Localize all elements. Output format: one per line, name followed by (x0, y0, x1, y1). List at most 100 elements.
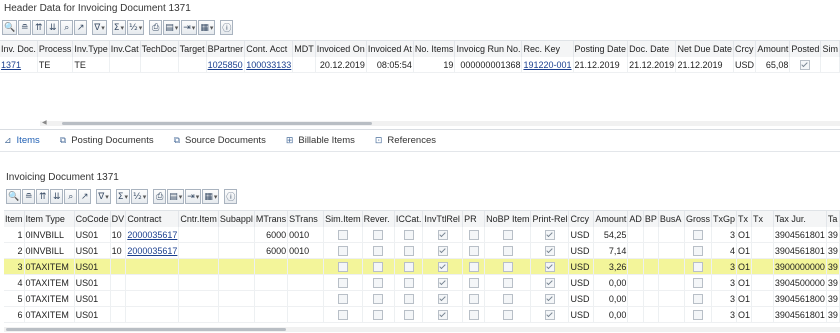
column-header[interactable]: TechDoc (140, 41, 179, 57)
items-hscroll-thumb[interactable] (6, 328, 286, 331)
table-row[interactable]: 5 0TAXITEM US01 USD 0,00 3 O1 3904561800 39 (4, 290, 840, 307)
header-cell[interactable]: 191220-001 (521, 57, 574, 73)
cell-link[interactable]: 1025850 (208, 60, 243, 70)
column-header[interactable]: Print-Rel (530, 211, 570, 227)
cell-link[interactable]: 191220-001 (523, 60, 571, 70)
column-header[interactable]: Process (37, 41, 74, 57)
subtotal-button[interactable]: ½ ▾ (126, 20, 145, 35)
table-row[interactable]: 3 0TAXITEM US01 USD 3,26 3 O1 3900000000 39 (4, 258, 840, 275)
column-header[interactable]: PR (462, 211, 486, 227)
column-header[interactable]: Cntr.Item (178, 211, 219, 227)
info-button[interactable]: ⓘ (224, 189, 238, 204)
column-header[interactable]: CoCode (74, 211, 111, 227)
header-hscrollbar[interactable] (40, 121, 840, 126)
column-header[interactable]: Inv. Doc. (0, 41, 38, 57)
sum-button[interactable]: Σ ▾ (111, 20, 126, 35)
zoom-button[interactable]: 🔍 (2, 20, 18, 35)
find-next-button[interactable]: ↗ (74, 20, 88, 35)
column-header[interactable]: Subappl (218, 211, 255, 227)
table-cell[interactable]: 2000035617 (125, 242, 180, 259)
sum-button[interactable]: Σ ▾ (115, 189, 130, 204)
column-header[interactable]: BusA (658, 211, 685, 227)
column-header[interactable]: Item Type (24, 211, 75, 227)
print-button[interactable]: ⎙ (153, 189, 167, 204)
column-header[interactable]: TxGp (711, 211, 738, 227)
column-header[interactable]: Tx (736, 211, 753, 227)
column-header[interactable]: Inv.Type (72, 41, 110, 57)
column-header[interactable]: Item (4, 211, 25, 227)
column-header[interactable]: Net Due Date (675, 41, 734, 57)
column-header[interactable]: Invoiced At (366, 41, 414, 57)
column-header[interactable]: Invoicg Run No. (454, 41, 523, 57)
column-header[interactable]: Rever. (362, 211, 395, 227)
filter-button[interactable]: ∇ ▾ (92, 20, 107, 35)
column-header[interactable]: Sim (820, 41, 840, 57)
tab-posting-documents[interactable]: ⧉ Posting Documents (60, 135, 154, 146)
tab-references[interactable]: ⊡ References (375, 135, 436, 146)
column-header[interactable]: DV (110, 211, 127, 227)
column-header[interactable]: Gross (684, 211, 712, 227)
contract-link[interactable]: 2000035617 (127, 246, 177, 256)
column-header[interactable]: Crcy (733, 41, 757, 57)
tab-items[interactable]: ⊿ Items (4, 135, 40, 146)
column-header[interactable]: Crcy (568, 211, 595, 227)
sort-desc-button[interactable]: ⇊ (46, 20, 60, 35)
layout-button[interactable]: ▦ ▾ (202, 189, 220, 204)
table-row[interactable]: 2 0INVBILL US01 10 2000035617 6000 0010 USD 7,14… (4, 242, 840, 259)
column-header[interactable]: Contract (125, 211, 180, 227)
column-header[interactable]: BP (643, 211, 659, 227)
column-header[interactable]: Inv.Cat (109, 41, 141, 57)
column-header[interactable]: ICCat. (394, 211, 424, 227)
tab-source-documents[interactable]: ⧉ Source Documents (174, 135, 266, 146)
column-header[interactable]: NoBP Item (484, 211, 532, 227)
header-data-row[interactable]: 1371 TE TE 1025850 100033133 20.12.2019 08:05:… (0, 57, 840, 73)
column-header[interactable]: No. Items (413, 41, 456, 57)
sort-desc-button[interactable]: ⇊ (50, 189, 64, 204)
align-button[interactable]: ≘ (18, 20, 32, 35)
column-header[interactable]: STrans (287, 211, 325, 227)
cell-link[interactable]: 100033133 (246, 60, 291, 70)
header-hscroll-thumb[interactable] (62, 122, 372, 125)
scroll-left-icon[interactable]: ◀ (42, 119, 47, 126)
header-cell[interactable]: 100033133 (244, 57, 294, 73)
column-header[interactable]: AD (627, 211, 644, 227)
column-header[interactable]: Tx (751, 211, 774, 227)
column-header[interactable]: Cont. Acct (244, 41, 294, 57)
view-button[interactable]: ▤ ▾ (163, 20, 181, 35)
find-button[interactable]: ⌕ (60, 20, 74, 35)
column-header[interactable]: Amount (593, 211, 629, 227)
cell-link[interactable]: 1371 (1, 60, 21, 70)
column-header[interactable]: Posted (789, 41, 822, 57)
view-button[interactable]: ▤ ▾ (167, 189, 185, 204)
align-button[interactable]: ≘ (22, 189, 36, 204)
column-header[interactable]: Tax Jur. (773, 211, 827, 227)
column-header[interactable]: Sim.Item (323, 211, 363, 227)
export-button[interactable]: ⇥ ▾ (185, 189, 202, 204)
column-header[interactable]: Posting Date (573, 41, 629, 57)
find-next-button[interactable]: ↗ (78, 189, 92, 204)
tab-billable-items[interactable]: ⊞ Billable Items (286, 135, 355, 146)
filter-button[interactable]: ∇ ▾ (96, 189, 111, 204)
zoom-button[interactable]: 🔍 (6, 189, 22, 204)
items-hscrollbar[interactable] (4, 327, 840, 332)
column-header[interactable]: Rec. Key (521, 41, 574, 57)
layout-button[interactable]: ▦ ▾ (198, 20, 216, 35)
print-button[interactable]: ⎙ (149, 20, 163, 35)
table-row[interactable]: 4 0TAXITEM US01 USD 0,00 3 O1 3904500000 39 (4, 274, 840, 291)
column-header[interactable]: Target (178, 41, 207, 57)
sort-asc-button[interactable]: ⇈ (36, 189, 50, 204)
header-cell[interactable]: 1371 (0, 57, 38, 73)
subtotal-button[interactable]: ½ ▾ (130, 189, 149, 204)
info-button[interactable]: ⓘ (220, 20, 234, 35)
table-row[interactable]: 1 0INVBILL US01 10 2000035617 6000 0010 USD 54,2… (4, 227, 840, 243)
find-button[interactable]: ⌕ (64, 189, 78, 204)
table-cell[interactable]: 2000035617 (125, 227, 180, 243)
column-header[interactable]: Invoiced On (315, 41, 367, 57)
column-header[interactable]: Ta (826, 211, 840, 227)
table-row[interactable]: 6 0TAXITEM US01 USD 0,00 3 O1 3904561801 39 (4, 306, 840, 323)
column-header[interactable]: Amount (755, 41, 791, 57)
export-button[interactable]: ⇥ ▾ (181, 20, 198, 35)
column-header[interactable]: MTrans (254, 211, 289, 227)
column-header[interactable]: MDT (292, 41, 316, 57)
contract-link[interactable]: 2000035617 (127, 230, 177, 240)
